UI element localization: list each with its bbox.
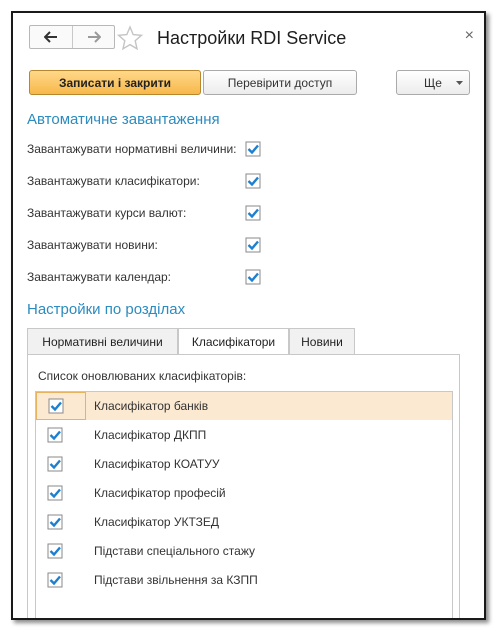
checkbox-checked-icon[interactable] <box>245 141 261 157</box>
list-item-name: Підстави звільнення за КЗПП <box>94 573 258 587</box>
tab-classifiers[interactable]: Класифікатори <box>178 328 289 356</box>
check-access-button[interactable]: Перевірити доступ <box>203 70 357 95</box>
checkbox-checked-icon[interactable] <box>47 427 63 443</box>
checkbox-checked-icon[interactable] <box>48 398 64 414</box>
list-item-checkbox-cell[interactable] <box>36 537 86 565</box>
list-item-checkbox-cell[interactable] <box>36 392 86 420</box>
tab-normative-values[interactable]: Нормативні величини <box>27 328 178 355</box>
close-icon[interactable]: × <box>465 27 474 45</box>
auto-load-label: Завантажувати календар: <box>27 270 172 284</box>
list-item-name: Класифікатор банків <box>94 399 209 413</box>
tab-news[interactable]: Новини <box>289 328 355 355</box>
section-settings-title: Настройки по розділах <box>27 301 186 318</box>
star-icon[interactable] <box>117 25 143 51</box>
list-item-name: Підстави спеціального стажу <box>94 544 255 558</box>
checkbox-checked-icon[interactable] <box>47 572 63 588</box>
forward-button[interactable] <box>72 26 114 48</box>
arrow-left-icon <box>44 31 57 43</box>
checkbox-checked-icon[interactable] <box>47 543 63 559</box>
list-item[interactable]: Класифікатор ДКПП <box>36 421 452 449</box>
auto-load-row: Завантажувати новини: <box>27 235 158 255</box>
list-item[interactable]: Класифікатор професій <box>36 479 452 507</box>
list-item[interactable]: Підстави звільнення за КЗПП <box>36 566 452 594</box>
classifiers-panel: Список оновлюваних класифікаторів: Класи… <box>27 354 460 618</box>
auto-load-label: Завантажувати новини: <box>27 238 158 252</box>
checkbox-checked-icon[interactable] <box>245 205 261 221</box>
more-button-label: Ще <box>424 75 442 90</box>
arrow-right-icon <box>87 31 101 43</box>
navigation-buttons <box>29 25 115 49</box>
list-item-name: Класифікатор професій <box>94 486 226 500</box>
classifiers-list-caption: Список оновлюваних класифікаторів: <box>38 369 247 383</box>
auto-load-row: Завантажувати курси валют: <box>27 203 186 223</box>
auto-load-row: Завантажувати класифікатори: <box>27 171 200 191</box>
settings-window: Настройки RDI Service × Записати і закри… <box>11 11 486 620</box>
auto-load-row: Завантажувати нормативні величини: <box>27 139 237 159</box>
window-title: Настройки RDI Service <box>157 28 347 48</box>
list-item-name: Класифікатор КОАТУУ <box>94 457 220 471</box>
list-item-checkbox-cell[interactable] <box>36 508 86 536</box>
checkbox-checked-icon[interactable] <box>47 456 63 472</box>
list-item[interactable]: Підстави спеціального стажу <box>36 537 452 565</box>
auto-load-label: Завантажувати класифікатори: <box>27 174 200 188</box>
chevron-down-icon <box>456 81 463 85</box>
list-item[interactable]: Класифікатор УКТЗЕД <box>36 508 452 536</box>
list-item-name: Класифікатор ДКПП <box>94 428 207 442</box>
checkbox-checked-icon[interactable] <box>47 485 63 501</box>
checkbox-checked-icon[interactable] <box>245 173 261 189</box>
classifiers-table: Класифікатор банків Класифікатор ДКПП Клас… <box>35 391 453 618</box>
list-item-name: Класифікатор УКТЗЕД <box>94 515 220 529</box>
checkbox-checked-icon[interactable] <box>245 237 261 253</box>
list-item[interactable]: Класифікатор банків <box>36 392 452 420</box>
auto-load-section-title: Автоматичне завантаження <box>27 111 220 128</box>
checkbox-checked-icon[interactable] <box>245 269 261 285</box>
back-button[interactable] <box>30 26 72 48</box>
list-item-checkbox-cell[interactable] <box>36 450 86 478</box>
list-item-checkbox-cell[interactable] <box>36 421 86 449</box>
auto-load-label: Завантажувати курси валют: <box>27 206 187 220</box>
list-item-checkbox-cell[interactable] <box>36 566 86 594</box>
auto-load-row: Завантажувати календар: <box>27 267 171 287</box>
checkbox-checked-icon[interactable] <box>47 514 63 530</box>
list-item[interactable]: Класифікатор КОАТУУ <box>36 450 452 478</box>
more-button[interactable]: Ще <box>396 70 470 95</box>
list-item-checkbox-cell[interactable] <box>36 479 86 507</box>
title-bar: Настройки RDI Service × <box>13 13 484 63</box>
save-and-close-button[interactable]: Записати і закрити <box>29 70 201 95</box>
auto-load-label: Завантажувати нормативні величини: <box>27 142 237 156</box>
